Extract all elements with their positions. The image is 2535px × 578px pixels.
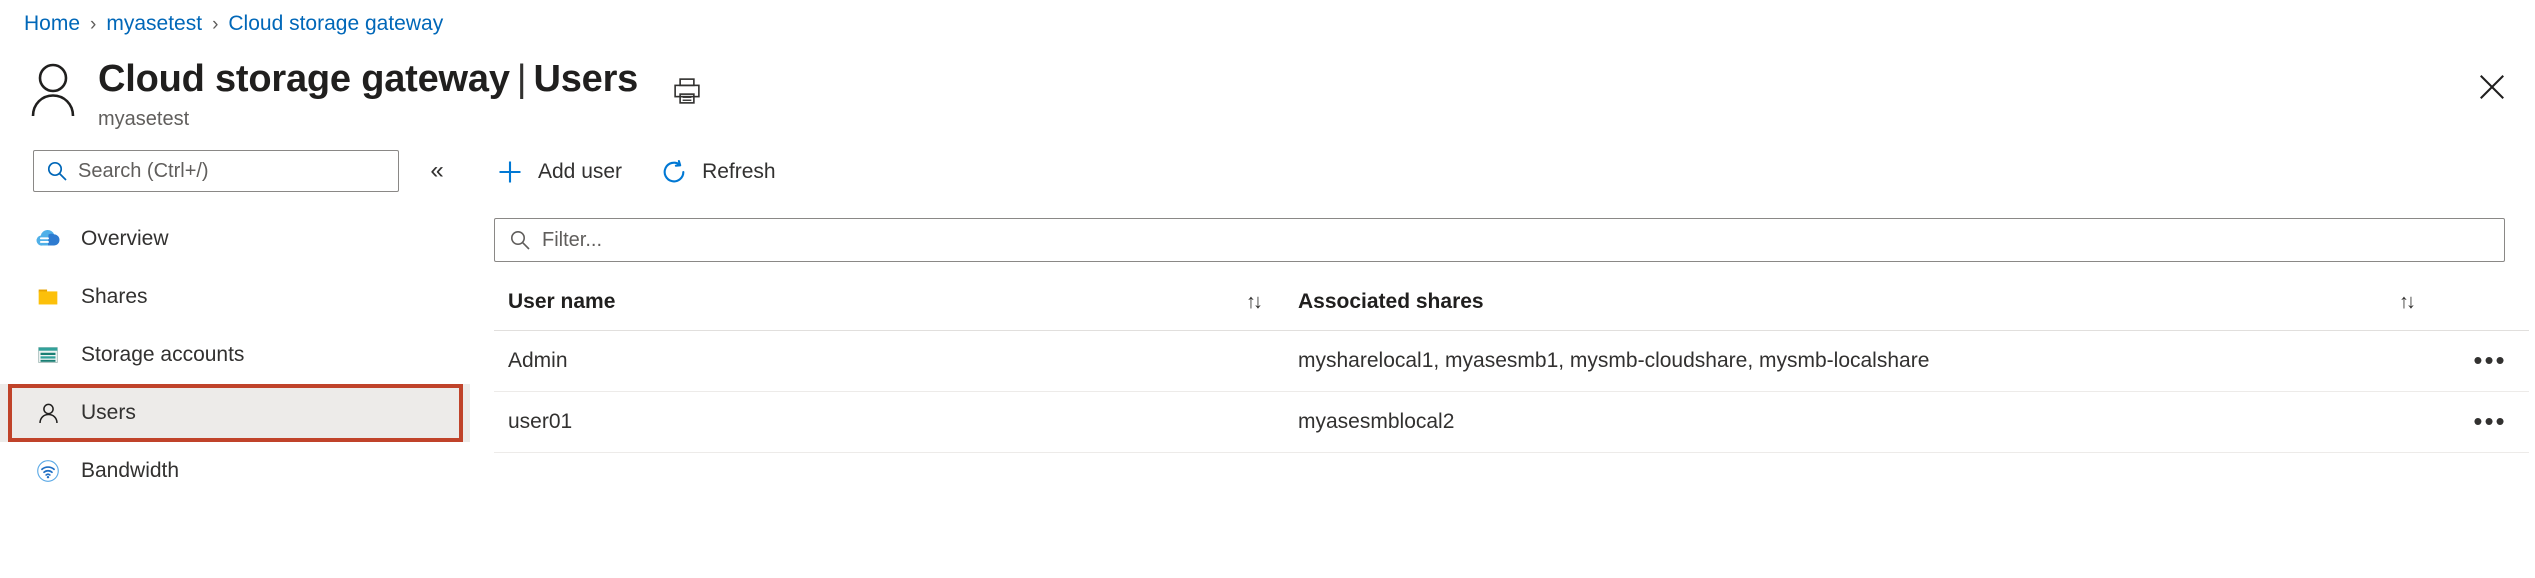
cell-associated-shares: myasesmblocal2 [1284,391,2437,453]
refresh-label: Refresh [702,160,776,183]
sidebar-item-overview[interactable]: Overview [0,210,470,268]
breadcrumb-separator-icon: › [212,13,219,35]
sidebar-item-label: Storage accounts [81,343,245,366]
sidebar-item-label: Overview [81,227,169,250]
page-subtitle: myasetest [98,108,190,130]
column-header-associated-shares[interactable]: Associated shares ↑↓ [1284,282,2437,331]
filter-placeholder: Filter... [542,228,603,251]
search-icon [44,158,70,184]
plus-icon [496,158,524,186]
page-title-leaf: Users [533,58,639,100]
cell-user-name: user01 [494,391,1284,453]
blade-header: Cloud storage gateway | Users myasetest [0,48,2535,134]
sidebar-item-shares[interactable]: Shares [0,268,470,326]
more-options-icon[interactable]: ••• [2473,347,2506,373]
users-table-body: Admin mysharelocal1, myasesmb1, mysmb-cl… [494,330,2529,453]
person-icon [26,60,80,118]
cloud-icon [33,224,63,254]
sort-icon[interactable]: ↑↓ [2399,291,2416,314]
cell-associated-shares: mysharelocal1, myasesmb1, mysmb-cloudsha… [1284,330,2437,392]
column-header-label: User name [508,290,616,313]
cell-user-name: Admin [494,330,1284,392]
sidebar-nav: Overview Shares Storage accounts Users B… [0,210,470,500]
sidebar-item-storage-accounts[interactable]: Storage accounts [0,326,470,384]
filter-input[interactable]: Filter... [494,218,2505,262]
bandwidth-icon [33,456,63,486]
sidebar-item-bandwidth[interactable]: Bandwidth [0,442,470,500]
refresh-icon [660,158,688,186]
users-table-head: User name ↑↓ Associated shares ↑↓ [494,282,2529,331]
column-header-actions [2437,282,2529,331]
sidebar-search-row: Search (Ctrl+/) « [0,150,470,192]
print-icon[interactable] [668,72,706,110]
column-header-label: Associated shares [1298,290,1484,313]
blade-body: Search (Ctrl+/) « Overview Shares Storag… [0,134,2535,526]
folder-icon [33,282,63,312]
breadcrumb-item-myasetest[interactable]: myasetest [106,12,202,36]
users-table: User name ↑↓ Associated shares ↑↓ Admin … [494,282,2529,453]
row-actions[interactable]: ••• [2437,391,2529,453]
sidebar-item-label: Users [81,401,136,424]
title-texts: Cloud storage gateway | Users myasetest [98,56,638,130]
breadcrumb-separator-icon: › [90,13,97,35]
collapse-sidebar-button[interactable]: « [421,155,453,187]
sidebar: Search (Ctrl+/) « Overview Shares Storag… [0,134,470,500]
close-icon[interactable] [2471,66,2513,108]
more-options-icon[interactable]: ••• [2473,408,2506,434]
refresh-button[interactable]: Refresh [658,154,778,190]
column-header-user-name[interactable]: User name ↑↓ [494,282,1284,331]
selection-annotation [8,384,463,442]
sidebar-item-users[interactable]: Users [0,384,470,442]
person-icon [33,398,63,428]
breadcrumb: Home › myasetest › Cloud storage gateway [0,0,2535,48]
storage-account-icon [33,340,63,370]
add-user-button[interactable]: Add user [494,154,624,190]
table-row[interactable]: Admin mysharelocal1, myasesmb1, mysmb-cl… [494,330,2529,392]
table-row[interactable]: user01 myasesmblocal2 ••• [494,391,2529,453]
table-header-row: User name ↑↓ Associated shares ↑↓ [494,282,2529,331]
page-title: Cloud storage gateway | Users [98,56,638,102]
sidebar-item-label: Bandwidth [81,459,180,482]
sort-icon[interactable]: ↑↓ [1246,291,1263,314]
azure-portal-blade: Home › myasetest › Cloud storage gateway… [0,0,2535,578]
add-user-label: Add user [538,160,623,183]
row-actions[interactable]: ••• [2437,330,2529,392]
breadcrumb-item-home[interactable]: Home [24,12,80,36]
search-icon [507,227,533,253]
sidebar-item-label: Shares [81,285,148,308]
search-input[interactable]: Search (Ctrl+/) [33,150,399,192]
command-bar: Add user Refresh [470,144,2505,200]
page-title-resource: Cloud storage gateway [98,58,510,100]
breadcrumb-item-cloud-storage-gateway[interactable]: Cloud storage gateway [228,12,443,36]
search-placeholder: Search (Ctrl+/) [78,159,209,182]
content-pane: Add user Refresh Filter... User name ↑↓ … [470,134,2535,453]
page-title-separator: | [516,58,527,100]
